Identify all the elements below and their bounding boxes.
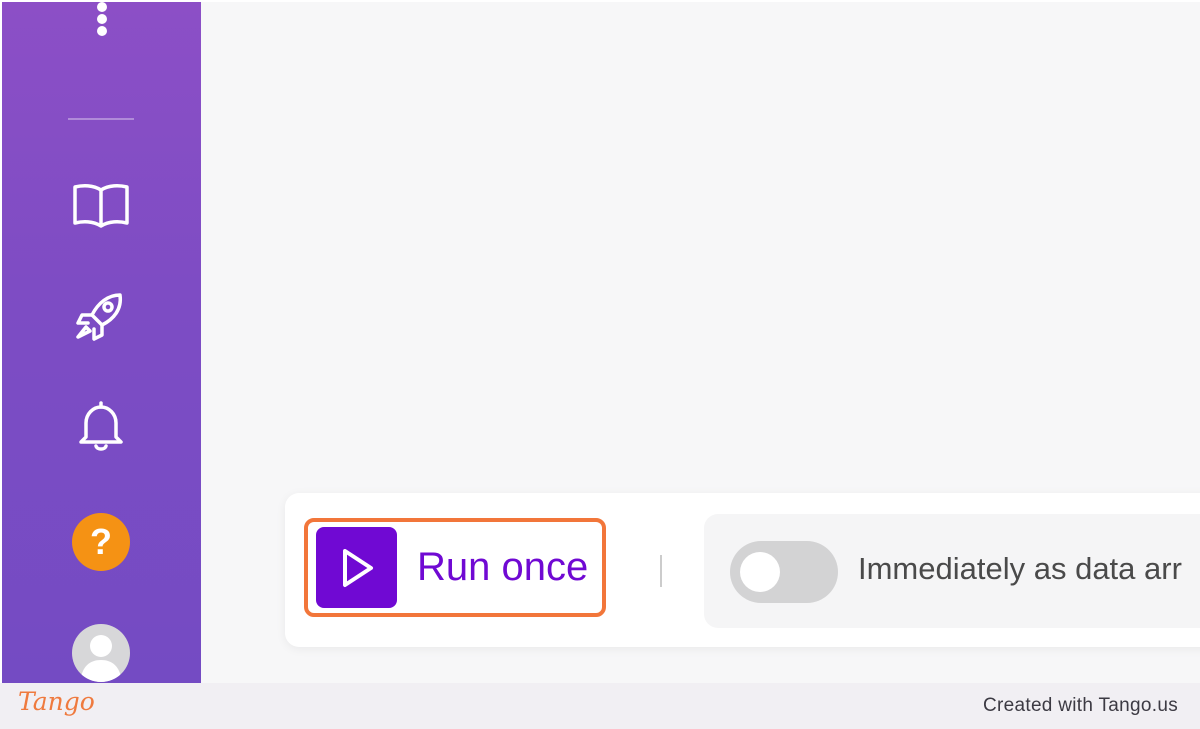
play-icon [316,527,397,608]
user-avatar-icon[interactable] [72,624,130,682]
run-once-label: Run once [417,545,589,589]
run-once-button[interactable]: Run once [304,518,606,617]
book-icon[interactable] [66,178,136,234]
rocket-icon[interactable] [66,288,136,344]
sidebar: ? [2,2,201,683]
trigger-option[interactable]: Immediately as data arr [704,514,1200,628]
sidebar-divider [68,118,134,120]
help-button[interactable]: ? [72,513,130,571]
footer-bar: Tango Created with Tango.us [0,683,1200,729]
toolbar-divider [660,555,662,587]
tango-logo: Tango [18,687,95,716]
auto-run-toggle[interactable] [730,541,838,603]
footer-credit: Created with Tango.us [982,695,1178,716]
help-label: ? [90,521,112,562]
toggle-knob [740,552,780,592]
trigger-label: Immediately as data arr [858,551,1182,586]
bell-icon[interactable] [66,398,136,454]
more-menu-icon[interactable] [96,2,108,36]
